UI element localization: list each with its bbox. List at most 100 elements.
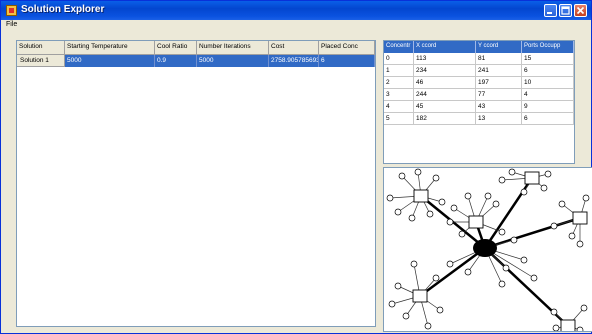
terminal-node	[520, 188, 528, 196]
maximize-button[interactable]	[559, 4, 572, 17]
terminal-node	[464, 268, 472, 276]
terminal-node	[502, 264, 510, 272]
column-header-ports-occupied[interactable]: Ports Occupp	[522, 41, 574, 53]
close-button[interactable]	[574, 4, 587, 17]
terminal-node	[432, 274, 440, 282]
ports-occupied-cell[interactable]: 15	[522, 53, 574, 65]
column-header-y-coord[interactable]: Y ccord	[476, 41, 522, 53]
y-coord-cell[interactable]: 77	[476, 89, 522, 101]
column-header-concentrator[interactable]: Concentr	[384, 41, 414, 53]
cost-cell[interactable]: 2758.905785693	[269, 55, 319, 67]
y-coord-cell[interactable]: 13	[476, 113, 522, 125]
title-bar[interactable]: Solution Explorer	[1, 1, 591, 20]
terminal-node	[438, 198, 446, 206]
concentrator-node	[468, 215, 484, 229]
terminal-node	[386, 194, 394, 202]
concentrator-id-cell[interactable]: 3	[384, 89, 414, 101]
terminal-node	[450, 204, 458, 212]
terminal-node	[550, 222, 558, 230]
ports-occupied-cell[interactable]: 4	[522, 89, 574, 101]
x-coord-cell[interactable]: 182	[414, 113, 476, 125]
terminal-node	[492, 200, 500, 208]
menu-bar: File	[1, 20, 591, 30]
terminal-node	[558, 200, 566, 208]
hub-link-line	[483, 177, 534, 249]
x-coord-cell[interactable]: 244	[414, 89, 476, 101]
concentrator-node	[524, 171, 540, 185]
concentrator-id-cell[interactable]: 1	[384, 65, 414, 77]
column-header-starting-temperature[interactable]: Starting Temperature	[65, 41, 155, 55]
y-coord-cell[interactable]: 241	[476, 65, 522, 77]
terminal-node	[552, 324, 560, 331]
terminal-node	[446, 260, 454, 268]
close-icon	[576, 6, 585, 15]
column-header-cool-ratio[interactable]: Cool Ratio	[155, 41, 197, 55]
terminal-node	[388, 300, 396, 308]
x-coord-cell[interactable]: 46	[414, 77, 476, 89]
concentrator-node	[412, 289, 428, 303]
concentrator-node	[560, 319, 576, 331]
terminal-node	[498, 176, 506, 184]
terminal-node	[540, 184, 548, 192]
concentrators-grid[interactable]: Concentr X ccord Y ccord Ports Occupp 01…	[383, 40, 575, 164]
concentrator-node	[572, 211, 588, 225]
network-graph	[386, 168, 590, 331]
y-coord-cell[interactable]: 197	[476, 77, 522, 89]
terminal-node	[464, 192, 472, 200]
x-coord-cell[interactable]: 45	[414, 101, 476, 113]
column-header-cost[interactable]: Cost	[269, 41, 319, 55]
terminal-node	[498, 280, 506, 288]
terminal-node	[484, 192, 492, 200]
terminal-node	[530, 274, 538, 282]
x-coord-cell[interactable]: 113	[414, 53, 476, 65]
central-hub-node	[473, 239, 497, 257]
column-header-x-coord[interactable]: X ccord	[414, 41, 476, 53]
terminal-node	[402, 312, 410, 320]
hub-link-line	[419, 246, 486, 298]
minimize-icon	[547, 12, 552, 14]
column-header-number-iterations[interactable]: Number Iterations	[197, 41, 269, 55]
menu-file[interactable]: File	[6, 21, 17, 28]
maximize-icon	[561, 6, 570, 15]
terminal-node	[446, 218, 454, 226]
solution-name-cell[interactable]: Solution 1	[17, 55, 65, 67]
terminal-node	[580, 304, 588, 312]
cool-ratio-cell[interactable]: 0.9	[155, 55, 197, 67]
y-coord-cell[interactable]: 81	[476, 53, 522, 65]
placed-conc-cell[interactable]: 6	[319, 55, 375, 67]
ports-occupied-cell[interactable]: 6	[522, 65, 574, 77]
column-header-solution[interactable]: Solution	[17, 41, 65, 55]
y-coord-cell[interactable]: 43	[476, 101, 522, 113]
terminal-node	[414, 168, 422, 176]
ports-occupied-cell[interactable]: 9	[522, 101, 574, 113]
starting-temperature-cell[interactable]: 5000	[65, 55, 155, 67]
concentrator-id-cell[interactable]: 4	[384, 101, 414, 113]
terminal-node	[568, 232, 576, 240]
terminal-node	[458, 230, 466, 238]
solution-explorer-window: Solution Explorer File Solution Starting…	[0, 0, 592, 334]
terminal-node	[576, 326, 584, 331]
terminal-node	[544, 170, 552, 178]
concentrator-id-cell[interactable]: 0	[384, 53, 414, 65]
concentrator-id-cell[interactable]: 2	[384, 77, 414, 89]
ports-occupied-cell[interactable]: 6	[522, 113, 574, 125]
terminal-node	[510, 236, 518, 244]
solutions-grid[interactable]: Solution Starting Temperature Cool Ratio…	[16, 40, 376, 327]
terminal-node	[508, 168, 516, 176]
terminal-node	[582, 194, 590, 202]
concentrator-id-cell[interactable]: 5	[384, 113, 414, 125]
terminal-node	[424, 322, 432, 330]
terminal-node	[550, 308, 558, 316]
terminal-node	[520, 256, 528, 264]
network-graph-panel	[383, 167, 592, 332]
column-header-placed-conc[interactable]: Placed Conc	[319, 41, 375, 55]
iterations-cell[interactable]: 5000	[197, 55, 269, 67]
concentrator-node	[413, 189, 429, 203]
x-coord-cell[interactable]: 234	[414, 65, 476, 77]
minimize-button[interactable]	[544, 4, 557, 17]
ports-occupied-cell[interactable]: 10	[522, 77, 574, 89]
terminal-node	[498, 228, 506, 236]
terminal-node	[394, 282, 402, 290]
terminal-node	[394, 208, 402, 216]
terminal-node	[576, 240, 584, 248]
